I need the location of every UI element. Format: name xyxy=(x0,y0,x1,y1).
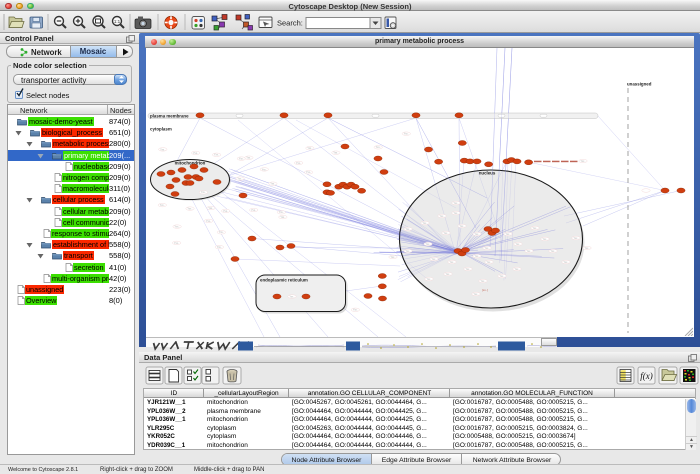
svg-text:Yxx..: Yxx.. xyxy=(425,244,430,246)
svg-text:Yxx..: Yxx.. xyxy=(426,279,431,281)
svg-text:mitochondrion: mitochondrion xyxy=(175,161,206,166)
svg-text:Yxx..: Yxx.. xyxy=(542,239,547,241)
svg-text:Yxx..: Yxx.. xyxy=(422,223,427,225)
svg-text:Yxx..: Yxx.. xyxy=(306,172,311,174)
svg-text:Yxx..: Yxx.. xyxy=(505,234,510,236)
svg-text:Yxx..: Yxx.. xyxy=(376,147,381,149)
svg-text:Yxx..: Yxx.. xyxy=(187,209,192,211)
svg-text:Yxx..: Yxx.. xyxy=(201,192,206,194)
svg-text:Yxx..: Yxx.. xyxy=(486,262,491,264)
svg-text:Yxx..: Yxx.. xyxy=(175,227,180,229)
svg-text:Yxx..: Yxx.. xyxy=(206,221,211,223)
svg-text:Yxx..: Yxx.. xyxy=(445,274,450,276)
svg-text:Yxx..: Yxx.. xyxy=(431,259,436,261)
svg-text:Yxx..: Yxx.. xyxy=(439,216,444,218)
svg-text:Yxx..: Yxx.. xyxy=(160,205,165,207)
svg-text:Yxx..: Yxx.. xyxy=(279,212,284,214)
svg-text:Yxx..: Yxx.. xyxy=(251,210,256,212)
svg-text:Yxx..: Yxx.. xyxy=(532,228,537,230)
svg-text:Yxx..: Yxx.. xyxy=(405,251,410,253)
svg-text:Yxx..: Yxx.. xyxy=(270,184,275,186)
svg-text:Yxx..: Yxx.. xyxy=(193,153,198,155)
svg-text:Yxx..: Yxx.. xyxy=(219,232,224,234)
svg-text:Yxx..: Yxx.. xyxy=(499,276,504,278)
svg-text:Yxx..: Yxx.. xyxy=(333,153,338,155)
svg-text:Yxx..: Yxx.. xyxy=(280,217,285,219)
svg-text:Yxx..: Yxx.. xyxy=(174,243,179,245)
svg-text:Search:: Search: xyxy=(277,19,303,28)
svg-text:Yxx..: Yxx.. xyxy=(484,248,489,250)
svg-text:Yxx..: Yxx.. xyxy=(473,294,478,296)
svg-text:Yxx..: Yxx.. xyxy=(246,158,251,160)
svg-text:Yxx..: Yxx.. xyxy=(443,233,448,235)
svg-text:Yxx..: Yxx.. xyxy=(390,257,395,259)
svg-text:Yxx..: Yxx.. xyxy=(262,169,267,171)
svg-text:Yxx..: Yxx.. xyxy=(563,262,568,264)
svg-text:plasma membrane: plasma membrane xyxy=(150,114,189,119)
svg-text:Yxx..: Yxx.. xyxy=(296,163,301,165)
svg-text:Yxx..: Yxx.. xyxy=(459,226,464,228)
svg-text:Yxx..: Yxx.. xyxy=(514,269,519,271)
svg-text:Yxx..: Yxx.. xyxy=(160,149,165,151)
svg-text:Yxx..: Yxx.. xyxy=(453,213,458,215)
svg-text:Yxx..: Yxx.. xyxy=(404,134,409,136)
svg-text:[xx..]: [xx..] xyxy=(482,288,488,292)
svg-text:Yxx..: Yxx.. xyxy=(453,203,458,205)
svg-text:Yxx..: Yxx.. xyxy=(526,251,531,253)
svg-text:Yxx..: Yxx.. xyxy=(465,269,470,271)
svg-text:Yxx..: Yxx.. xyxy=(214,155,219,157)
svg-text:Yxx..: Yxx.. xyxy=(550,251,555,253)
svg-text:Yxx..: Yxx.. xyxy=(353,310,358,312)
svg-text:Yxx..: Yxx.. xyxy=(515,244,520,246)
svg-text:unassigned: unassigned xyxy=(627,82,652,87)
svg-text:Yxx..: Yxx.. xyxy=(584,248,589,250)
svg-text:cytoplasm: cytoplasm xyxy=(150,127,172,132)
svg-text:nucleus: nucleus xyxy=(479,171,496,176)
svg-text:Yxx..: Yxx.. xyxy=(217,247,222,249)
svg-text:1:1: 1:1 xyxy=(114,19,121,24)
svg-text:Yxx..: Yxx.. xyxy=(237,179,242,181)
svg-text:Yxx..: Yxx.. xyxy=(480,281,485,283)
svg-text:endoplasmic reticulum: endoplasmic reticulum xyxy=(260,278,308,283)
svg-text:Yxx..: Yxx.. xyxy=(474,256,479,258)
svg-text:f(x): f(x) xyxy=(640,371,653,381)
svg-text:Yxx..: Yxx.. xyxy=(239,159,244,161)
svg-text:Yxx..: Yxx.. xyxy=(223,211,228,213)
svg-text:Yxx..: Yxx.. xyxy=(449,262,454,264)
svg-text:Yxx..: Yxx.. xyxy=(208,208,213,210)
svg-text:Yxx..: Yxx.. xyxy=(474,234,479,236)
svg-text:Yxx..: Yxx.. xyxy=(580,161,585,163)
svg-text:Yxx..: Yxx.. xyxy=(289,296,294,298)
svg-text:Yxx..: Yxx.. xyxy=(307,148,312,150)
svg-text:Yxx..: Yxx.. xyxy=(573,238,578,240)
svg-text:Yxx..: Yxx.. xyxy=(405,229,410,231)
